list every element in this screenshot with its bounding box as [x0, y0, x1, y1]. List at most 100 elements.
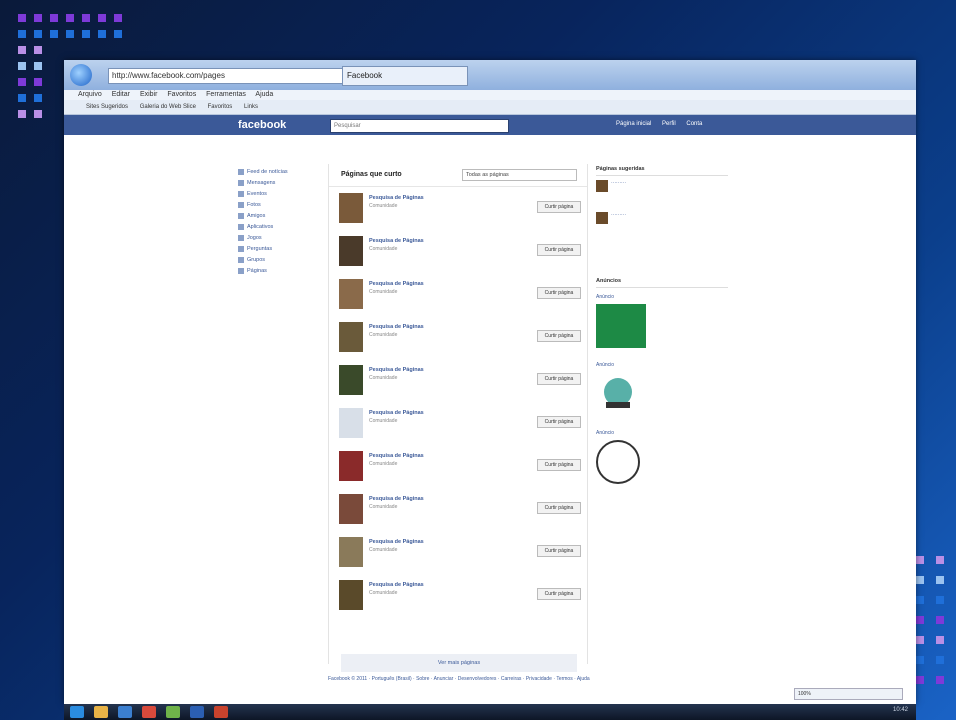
sidebar-item-icon	[238, 234, 244, 241]
page-thumbnail[interactable]	[339, 494, 363, 524]
page-thumbnail[interactable]	[339, 322, 363, 352]
like-page-button[interactable]: Curtir página	[537, 287, 581, 299]
menu-item[interactable]: Editar	[112, 91, 130, 98]
page-thumbnail[interactable]	[339, 537, 363, 567]
sidebar-item-label: Amigos	[247, 212, 266, 219]
like-page-button[interactable]: Curtir página	[537, 373, 581, 385]
like-page-button[interactable]: Curtir página	[537, 545, 581, 557]
explorer-icon[interactable]	[94, 706, 108, 718]
page-name[interactable]: Pesquisa de Páginas	[369, 410, 424, 416]
sidebar-item[interactable]: Mensagens	[238, 177, 328, 188]
start-button[interactable]	[70, 706, 84, 718]
page-thumbnail[interactable]	[339, 365, 363, 395]
favorite-item[interactable]: Favoritos	[208, 104, 233, 110]
zoom-level[interactable]: 100%	[794, 688, 903, 700]
nav-home[interactable]: Página inicial	[616, 121, 651, 127]
list-item: Pesquisa de Páginas Comunidade Curtir pági…	[329, 273, 587, 316]
page-thumbnail[interactable]	[339, 193, 363, 223]
taskbar: 10:42	[64, 704, 916, 720]
menu-item[interactable]: Exibir	[140, 91, 158, 98]
page-name[interactable]: Pesquisa de Páginas	[369, 582, 424, 588]
word-icon[interactable]	[190, 706, 204, 718]
sidebar-item[interactable]: Páginas	[238, 265, 328, 276]
page-thumbnail[interactable]	[339, 236, 363, 266]
media-icon[interactable]	[142, 706, 156, 718]
like-page-button[interactable]: Curtir página	[537, 201, 581, 213]
page-thumbnail[interactable]	[339, 451, 363, 481]
sidebar-item-label: Páginas	[247, 267, 267, 274]
sidebar-item-label: Feed de notícias	[247, 168, 288, 175]
sidebar-item[interactable]: Feed de notícias	[238, 166, 328, 177]
like-page-button[interactable]: Curtir página	[537, 244, 581, 256]
sidebar-item[interactable]: Fotos	[238, 199, 328, 210]
suggestion-link[interactable]: ·········	[611, 212, 626, 218]
sidebar-item-icon	[238, 245, 244, 252]
page-name[interactable]: Pesquisa de Páginas	[369, 238, 424, 244]
page-name[interactable]: Pesquisa de Páginas	[369, 324, 424, 330]
sidebar-item-label: Aplicativos	[247, 223, 274, 230]
menu-item[interactable]: Arquivo	[78, 91, 102, 98]
sidebar-item[interactable]: Eventos	[238, 188, 328, 199]
sidebar-item-label: Grupos	[247, 256, 266, 263]
page-name[interactable]: Pesquisa de Páginas	[369, 281, 424, 287]
page-title: Páginas que curto	[341, 171, 402, 178]
right-column: Páginas sugeridas ········· ········· An…	[596, 164, 728, 484]
search-input[interactable]: Pesquisar	[330, 119, 509, 133]
list-item: Pesquisa de Páginas Comunidade Curtir pági…	[329, 316, 587, 359]
page-category: Comunidade	[369, 203, 398, 209]
like-page-button[interactable]: Curtir página	[537, 502, 581, 514]
menu-item[interactable]: Favoritos	[167, 91, 196, 98]
list-item: Pesquisa de Páginas Comunidade Curtir pági…	[329, 230, 587, 273]
ad-image[interactable]	[596, 372, 644, 414]
sidebar-item[interactable]: Grupos	[238, 254, 328, 265]
like-page-button[interactable]: Curtir página	[537, 330, 581, 342]
favorite-item[interactable]: Links	[244, 104, 258, 110]
sidebar-item[interactable]: Aplicativos	[238, 221, 328, 232]
pages-list-header: Páginas que curto Todas as páginas	[329, 164, 587, 187]
page-category: Comunidade	[369, 461, 398, 467]
see-more-button[interactable]: Ver mais páginas	[341, 654, 577, 672]
like-page-button[interactable]: Curtir página	[537, 459, 581, 471]
page-name[interactable]: Pesquisa de Páginas	[369, 496, 424, 502]
menu-item[interactable]: Ajuda	[255, 91, 273, 98]
favorite-item[interactable]: Galeria do Web Slice	[140, 104, 196, 110]
menu-item[interactable]: Ferramentas	[206, 91, 246, 98]
seal-icon[interactable]	[596, 440, 640, 484]
like-page-button[interactable]: Curtir página	[537, 416, 581, 428]
clock: 10:42	[892, 707, 908, 713]
ad-title[interactable]: Anúncio	[596, 362, 728, 368]
page-thumbnail[interactable]	[339, 580, 363, 610]
sidebar-item[interactable]: Perguntas	[238, 243, 328, 254]
page-name[interactable]: Pesquisa de Páginas	[369, 539, 424, 545]
powerpoint-icon[interactable]	[214, 706, 228, 718]
page-category: Comunidade	[369, 547, 398, 553]
pages-rows: Pesquisa de Páginas Comunidade Curtir pági…	[329, 187, 587, 617]
page-name[interactable]: Pesquisa de Páginas	[369, 195, 424, 201]
sidebar-item[interactable]: Amigos	[238, 210, 328, 221]
list-item: Pesquisa de Páginas Comunidade Curtir pági…	[329, 359, 587, 402]
favorite-item[interactable]: Sites Sugeridos	[86, 104, 128, 110]
page-thumbnail[interactable]	[339, 279, 363, 309]
ad-title[interactable]: Anúncio	[596, 294, 728, 300]
browser-icon[interactable]	[118, 706, 132, 718]
address-bar[interactable]: http://www.facebook.com/pages	[108, 68, 343, 84]
nav-account[interactable]: Conta	[686, 121, 702, 127]
nav-profile[interactable]: Perfil	[662, 121, 676, 127]
suggestion-link[interactable]: ·········	[611, 180, 626, 186]
facebook-logo[interactable]: facebook	[238, 119, 286, 131]
suggestion-thumbnail	[596, 212, 608, 224]
app-icon[interactable]	[166, 706, 180, 718]
ad-title[interactable]: Anúncio	[596, 430, 728, 436]
list-item: Pesquisa de Páginas Comunidade Curtir pági…	[329, 187, 587, 230]
browser-tab[interactable]: Facebook	[342, 66, 468, 86]
page-name[interactable]: Pesquisa de Páginas	[369, 453, 424, 459]
like-page-button[interactable]: Curtir página	[537, 588, 581, 600]
page-thumbnail[interactable]	[339, 408, 363, 438]
page-name[interactable]: Pesquisa de Páginas	[369, 367, 424, 373]
sidebar-item[interactable]: Jogos	[238, 232, 328, 243]
list-item: Pesquisa de Páginas Comunidade Curtir pági…	[329, 574, 587, 617]
ad-image[interactable]	[596, 304, 646, 348]
filter-dropdown[interactable]: Todas as páginas	[462, 169, 577, 181]
page-category: Comunidade	[369, 590, 398, 596]
page-category: Comunidade	[369, 375, 398, 381]
